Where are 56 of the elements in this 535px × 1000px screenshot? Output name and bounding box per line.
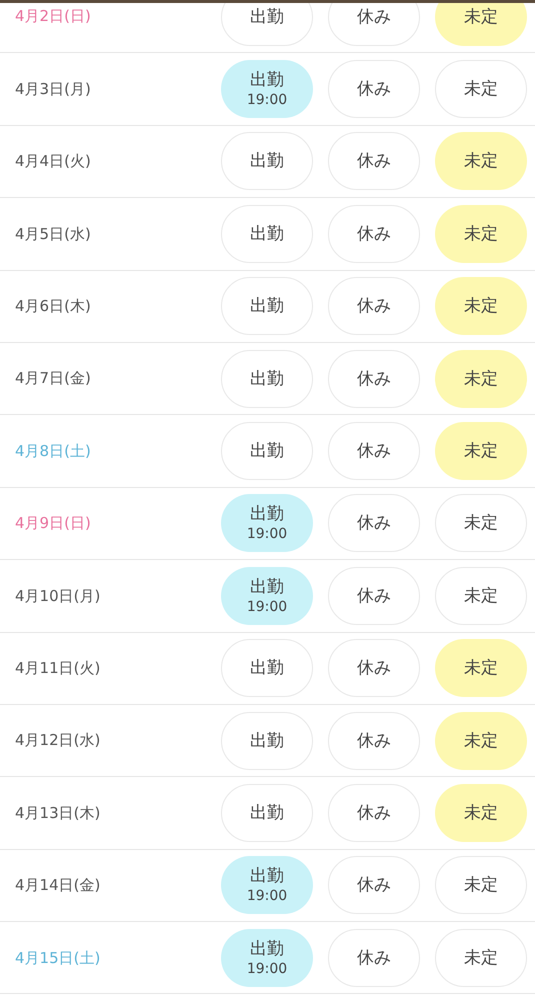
date-label: 4月9日(日) xyxy=(15,513,92,534)
choice-button[interactable]: 休み xyxy=(328,639,420,698)
choice-button[interactable]: 未定 xyxy=(435,204,527,263)
choice-button[interactable]: 未定 xyxy=(435,928,527,987)
choice-button[interactable]: 出勤 xyxy=(221,132,313,190)
date-label: 4月4日(火) xyxy=(15,151,92,172)
choice-button[interactable]: 休み xyxy=(328,856,420,914)
choice-button[interactable]: 休み xyxy=(328,494,420,552)
choice-button[interactable]: 出勤 19:00 xyxy=(221,60,313,118)
choice-button[interactable]: 未定 xyxy=(435,784,527,842)
choice-button[interactable]: 休み xyxy=(328,204,420,263)
choice-button[interactable]: 未定 xyxy=(435,132,527,190)
date-label: 4月14日(金) xyxy=(15,875,102,896)
date-label: 4月2日(日) xyxy=(15,6,92,28)
choice-button[interactable]: 休み xyxy=(328,928,420,987)
date-label: 4月11日(火) xyxy=(15,658,102,679)
date-label: 4月5日(水) xyxy=(15,224,92,245)
date-label: 4月6日(木) xyxy=(15,296,92,317)
choice-button[interactable]: 未定 xyxy=(435,277,527,336)
choice-button[interactable]: 未定 xyxy=(435,0,527,46)
date-label: 4月10日(月) xyxy=(15,586,102,607)
choice-button[interactable]: 出勤 19:00 xyxy=(221,494,313,552)
choice-button[interactable]: 出勤 xyxy=(221,350,313,408)
choice-button[interactable]: 未定 xyxy=(435,494,527,552)
choice-button[interactable]: 未定 xyxy=(435,639,527,698)
choice-button[interactable]: 出勤 19:00 xyxy=(221,928,313,987)
choice-button[interactable]: 休み xyxy=(328,60,420,118)
choice-button[interactable]: 出勤 19:00 xyxy=(221,856,313,914)
choice-button[interactable]: 未定 xyxy=(435,422,527,480)
date-label: 4月12日(水) xyxy=(15,730,102,752)
choice-button[interactable]: 未定 xyxy=(435,566,527,625)
choice-button[interactable]: 未定 xyxy=(435,60,527,118)
choice-button[interactable]: 休み xyxy=(328,712,420,770)
choice-button[interactable]: 出勤 xyxy=(221,422,313,480)
choice-button[interactable]: 出勤 xyxy=(221,712,313,770)
choice-button[interactable]: 出勤 xyxy=(221,0,313,46)
choice-button[interactable]: 出勤 xyxy=(221,639,313,698)
choice-button[interactable]: 出勤 xyxy=(221,784,313,842)
choice-button[interactable]: 出勤 xyxy=(221,204,313,263)
date-label: 4月15日(土) xyxy=(15,948,102,969)
date-label: 4月7日(金) xyxy=(15,368,92,390)
date-label: 4月3日(月) xyxy=(15,78,92,100)
date-label: 4月13日(木) xyxy=(15,802,102,824)
choice-button[interactable]: 出勤 xyxy=(221,277,313,336)
choice-button[interactable]: 休み xyxy=(328,0,420,46)
date-label: 4月8日(土) xyxy=(15,440,92,462)
choice-button[interactable]: 未定 xyxy=(435,350,527,408)
choice-button[interactable]: 未定 xyxy=(435,856,527,914)
choice-button[interactable]: 未定 xyxy=(435,712,527,770)
choice-button[interactable]: 休み xyxy=(328,784,420,842)
choice-button[interactable]: 休み xyxy=(328,277,420,336)
choice-button[interactable]: 休み xyxy=(328,566,420,625)
choice-button[interactable]: 休み xyxy=(328,422,420,480)
choice-button[interactable]: 休み xyxy=(328,132,420,190)
choice-button[interactable]: 休み xyxy=(328,350,420,408)
choice-button[interactable]: 出勤 19:00 xyxy=(221,566,313,625)
